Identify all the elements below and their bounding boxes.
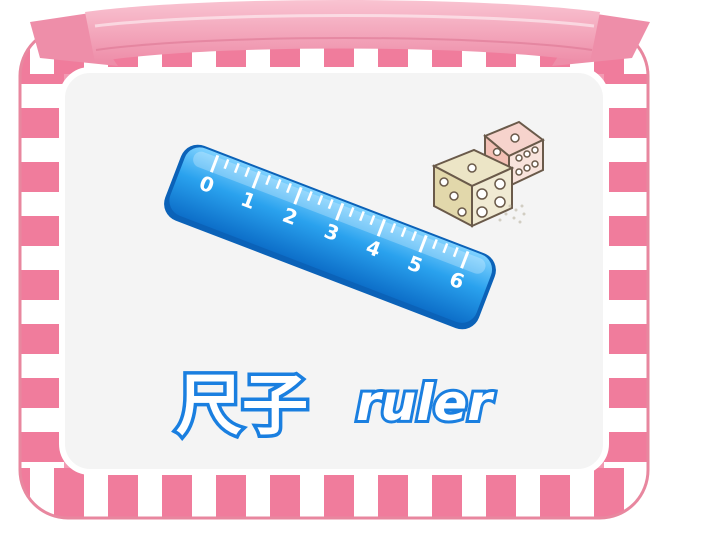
flashcard-canvas: 0123456 尺子 ruler [18,0,650,520]
flashcard: 0123456 尺子 ruler [0,0,701,548]
word-english: ruler [356,374,495,432]
word-chinese: 尺子 [176,367,308,444]
